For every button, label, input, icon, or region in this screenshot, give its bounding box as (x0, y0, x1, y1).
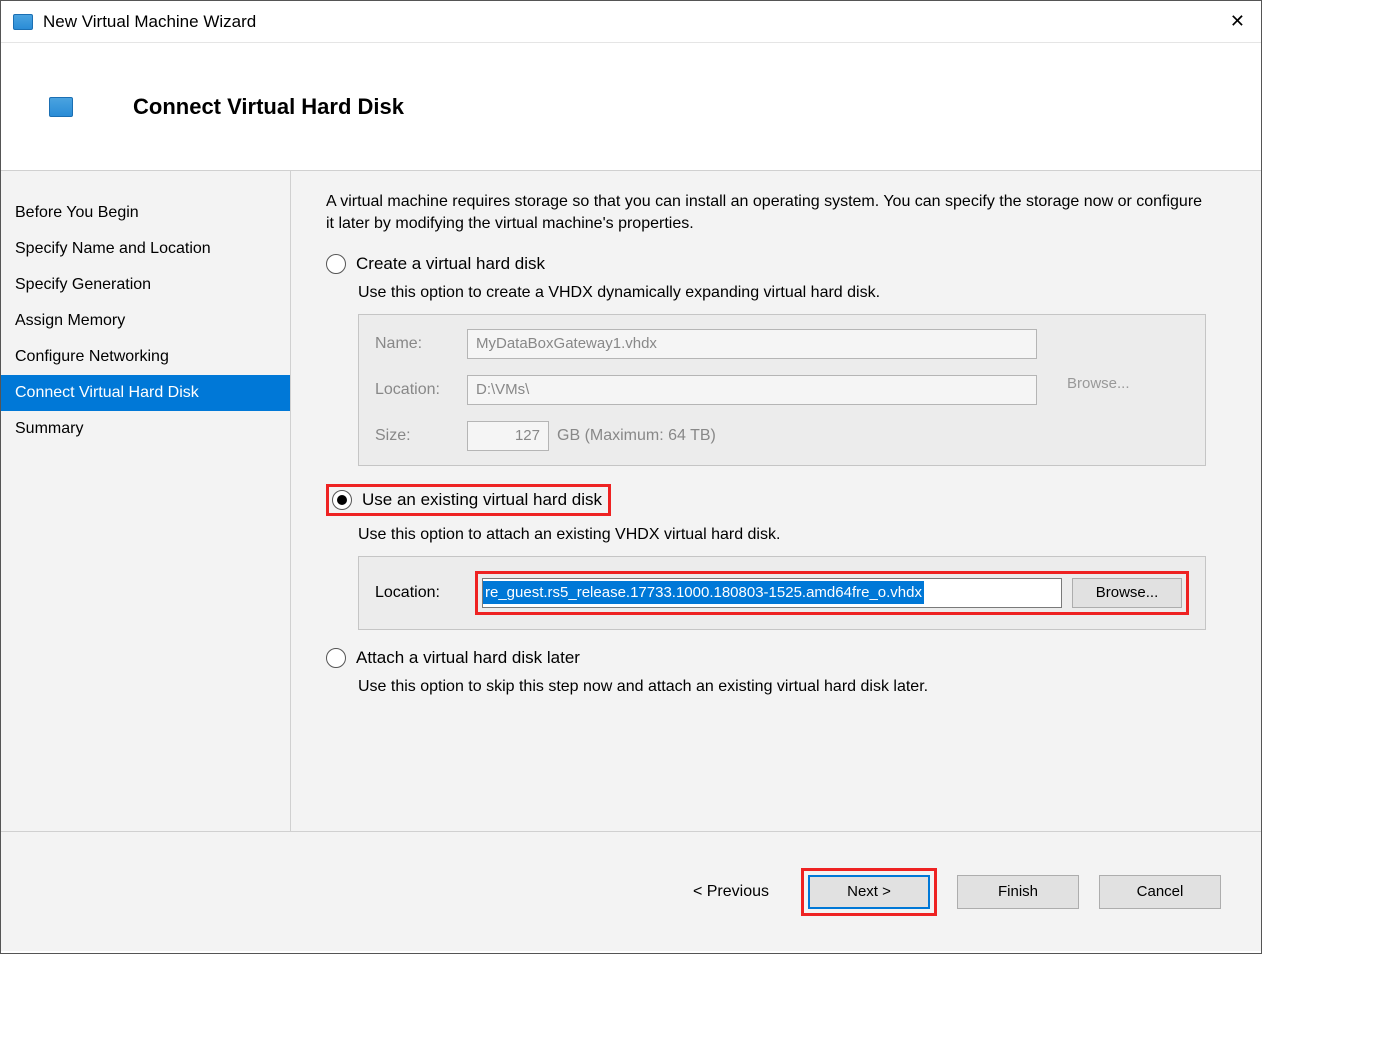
existing-location-value: re_guest.rs5_release.17733.1000.180803-1… (483, 581, 924, 604)
create-panel: Name: Location: Browse... Size: GB (Maxi… (358, 314, 1206, 466)
existing-location-field[interactable]: re_guest.rs5_release.17733.1000.180803-1… (482, 578, 1062, 608)
create-location-field (467, 375, 1037, 405)
previous-button[interactable]: < Previous (693, 883, 769, 901)
app-icon (13, 14, 33, 30)
step-assign-memory[interactable]: Assign Memory (1, 303, 290, 339)
highlight-existing-location: re_guest.rs5_release.17733.1000.180803-1… (475, 571, 1189, 615)
wizard-body: Before You Begin Specify Name and Locati… (1, 171, 1261, 831)
size-label: Size: (375, 427, 467, 445)
step-connect-virtual-hard-disk[interactable]: Connect Virtual Hard Disk (1, 375, 290, 411)
create-browse-button: Browse... (1055, 375, 1155, 405)
option-create-label: Create a virtual hard disk (356, 254, 545, 274)
radio-existing[interactable] (332, 490, 352, 510)
option-later-desc: Use this option to skip this step now an… (358, 678, 1206, 696)
option-existing-row: Use an existing virtual hard disk (326, 484, 1206, 516)
step-summary[interactable]: Summary (1, 411, 290, 447)
wizard-sidebar: Before You Begin Specify Name and Locati… (1, 171, 291, 831)
monitor-icon (49, 97, 73, 117)
size-suffix: GB (Maximum: 64 TB) (557, 427, 716, 445)
existing-panel: Location: re_guest.rs5_release.17733.100… (358, 556, 1206, 630)
step-specify-generation[interactable]: Specify Generation (1, 267, 290, 303)
create-location-label: Location: (375, 381, 467, 399)
page-title: Connect Virtual Hard Disk (133, 94, 404, 120)
radio-create[interactable] (326, 254, 346, 274)
step-specify-name-location[interactable]: Specify Name and Location (1, 231, 290, 267)
option-existing-label: Use an existing virtual hard disk (362, 490, 602, 510)
finish-button[interactable]: Finish (957, 875, 1079, 909)
wizard-content: A virtual machine requires storage so th… (291, 171, 1261, 831)
highlight-existing-option: Use an existing virtual hard disk (326, 484, 611, 516)
option-existing-desc: Use this option to attach an existing VH… (358, 526, 1206, 544)
highlight-next: Next > (801, 868, 937, 916)
wizard-header: Connect Virtual Hard Disk (1, 43, 1261, 171)
name-label: Name: (375, 335, 467, 353)
option-create-desc: Use this option to create a VHDX dynamic… (358, 284, 1206, 302)
step-configure-networking[interactable]: Configure Networking (1, 339, 290, 375)
name-field (467, 329, 1037, 359)
size-field (467, 421, 549, 451)
cancel-button[interactable]: Cancel (1099, 875, 1221, 909)
option-create-row: Create a virtual hard disk (326, 254, 1206, 274)
window-title: New Virtual Machine Wizard (43, 12, 256, 32)
step-before-you-begin[interactable]: Before You Begin (1, 195, 290, 231)
radio-later[interactable] (326, 648, 346, 668)
close-icon[interactable]: ✕ (1226, 7, 1249, 36)
option-later-label: Attach a virtual hard disk later (356, 648, 580, 668)
existing-location-label: Location: (375, 584, 475, 602)
intro-text: A virtual machine requires storage so th… (326, 191, 1206, 236)
titlebar: New Virtual Machine Wizard ✕ (1, 1, 1261, 43)
next-button[interactable]: Next > (808, 875, 930, 909)
existing-browse-button[interactable]: Browse... (1072, 578, 1182, 608)
wizard-footer: < Previous Next > Finish Cancel (1, 831, 1261, 951)
option-later-row: Attach a virtual hard disk later (326, 648, 1206, 668)
